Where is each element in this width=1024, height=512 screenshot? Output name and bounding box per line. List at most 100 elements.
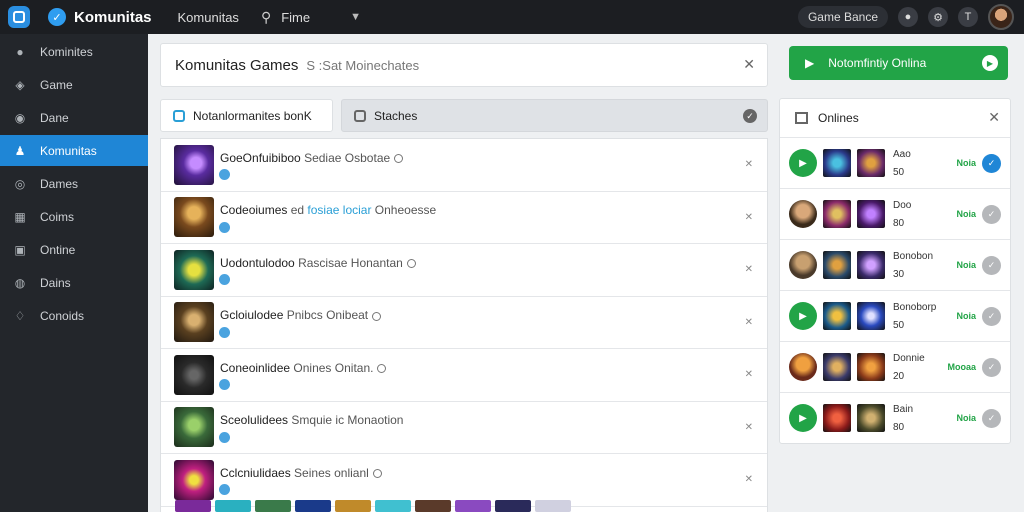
sidebar-item-game[interactable]: ◈ Game bbox=[0, 69, 148, 100]
online-row[interactable]: ▶ Bonoborp 50 Noia ✓ bbox=[780, 291, 1010, 342]
notification-icon[interactable]: ● bbox=[898, 7, 918, 27]
player-count: 20 bbox=[893, 371, 905, 382]
strip-thumbnail[interactable] bbox=[415, 500, 451, 512]
check-icon[interactable]: ✓ bbox=[982, 307, 1001, 326]
play-circle-icon: ▶ bbox=[982, 55, 998, 71]
avatar bbox=[789, 200, 817, 228]
window-icon bbox=[795, 112, 808, 124]
play-icon[interactable]: ▶ bbox=[789, 404, 817, 432]
player-name: Donnie bbox=[893, 353, 925, 364]
sidebar-item-label: Conoids bbox=[40, 308, 85, 323]
app-menu-icon[interactable] bbox=[8, 6, 30, 28]
row-meta: ed bbox=[290, 203, 305, 218]
player-thumbnail bbox=[823, 353, 851, 381]
info-icon[interactable] bbox=[372, 469, 382, 479]
info-icon[interactable] bbox=[406, 259, 416, 269]
online-row[interactable]: Doo 80 Noia ✓ bbox=[780, 189, 1010, 240]
pin-icon[interactable]: ✕ bbox=[745, 264, 753, 275]
chevron-down-icon[interactable]: ▼ bbox=[350, 11, 361, 23]
pin-icon[interactable]: ✕ bbox=[745, 159, 753, 170]
sidebar-item-label: Coims bbox=[40, 209, 75, 224]
close-icon[interactable]: ✕ bbox=[988, 109, 1000, 126]
pin-icon[interactable]: ✕ bbox=[745, 317, 753, 328]
check-icon[interactable]: ✓ bbox=[982, 409, 1001, 428]
sidebar-item-ontine[interactable]: ▣ Ontine bbox=[0, 234, 148, 265]
play-icon: ▶ bbox=[805, 56, 815, 70]
player-thumbnail bbox=[857, 149, 885, 177]
check-icon[interactable]: ✓ bbox=[982, 256, 1001, 275]
strip-thumbnail[interactable] bbox=[335, 500, 371, 512]
status-tag: Mooaa bbox=[947, 362, 976, 372]
sidebar-item-kominites[interactable]: ● Kominites bbox=[0, 36, 148, 67]
avatar bbox=[789, 251, 817, 279]
go-online-button[interactable]: ▶ Notomfintiy Onlina ▶ bbox=[789, 46, 1008, 80]
player-name: Bain bbox=[893, 404, 914, 415]
sidebar-item-dains[interactable]: ◍ Dains bbox=[0, 267, 148, 298]
play-icon[interactable]: ▶ bbox=[789, 302, 817, 330]
strip-thumbnail[interactable] bbox=[175, 500, 211, 512]
pin-icon[interactable]: ✕ bbox=[745, 422, 753, 433]
tab-icon bbox=[173, 109, 185, 122]
strip-thumbnail[interactable] bbox=[535, 500, 571, 512]
theme-icon[interactable]: T bbox=[958, 7, 978, 27]
check-icon[interactable]: ✓ bbox=[982, 154, 1001, 173]
tab-staches[interactable]: Staches ✓ bbox=[341, 99, 768, 132]
row-meta: Onines bbox=[293, 360, 332, 375]
list-item[interactable]: Sceolulidees Smquie ic Monaotion ✕ bbox=[161, 402, 767, 454]
sidebar-item-dane[interactable]: ◉ Dane bbox=[0, 102, 148, 133]
online-row[interactable]: Donnie 20 Mooaa ✓ bbox=[780, 342, 1010, 393]
strip-thumbnail[interactable] bbox=[255, 500, 291, 512]
nav-link-komunitas[interactable]: Komunitas bbox=[178, 10, 239, 25]
player-count: 80 bbox=[893, 218, 905, 229]
settings-icon[interactable]: ⚙ bbox=[928, 7, 948, 27]
row-highlight[interactable]: fosiae lociar bbox=[307, 203, 371, 217]
play-icon[interactable]: ▶ bbox=[789, 149, 817, 177]
grid-icon: ▦ bbox=[14, 209, 26, 224]
row-title: Cclcniulidaes bbox=[220, 465, 291, 480]
online-row[interactable]: ▶ Bain 80 Noia ✓ bbox=[780, 393, 1010, 443]
info-icon[interactable] bbox=[394, 154, 404, 164]
online-row[interactable]: Bonobon 30 Noia ✓ bbox=[780, 240, 1010, 291]
player-thumbnail bbox=[823, 404, 851, 432]
strip-thumbnail[interactable] bbox=[495, 500, 531, 512]
row-meta-tail: Onheoesse bbox=[374, 203, 437, 218]
game-selector-label[interactable]: Fime bbox=[281, 10, 310, 25]
info-icon[interactable] bbox=[377, 364, 387, 374]
list-item[interactable]: Codeoiumes ed fosiae lociar Onheoesse ✕ bbox=[161, 192, 767, 244]
pin-icon[interactable]: ✕ bbox=[745, 474, 753, 485]
pin-icon[interactable]: ✕ bbox=[745, 369, 753, 380]
list-item[interactable]: GoeOnfuibiboo Sediae Osbotae ✕ bbox=[161, 139, 767, 192]
info-icon[interactable] bbox=[372, 311, 382, 321]
user-avatar[interactable] bbox=[988, 4, 1014, 30]
strip-thumbnail[interactable] bbox=[455, 500, 491, 512]
sidebar-item-conoids[interactable]: ♢ Conoids bbox=[0, 300, 148, 331]
list-item[interactable]: Cclcniulidaes Seines onlianl ✕ bbox=[161, 454, 767, 507]
status-tag: Noia bbox=[956, 260, 976, 270]
strip-thumbnail[interactable] bbox=[295, 500, 331, 512]
check-icon[interactable]: ✓ bbox=[982, 358, 1001, 377]
tab-label: Staches bbox=[374, 108, 418, 123]
player-count: 30 bbox=[893, 269, 905, 280]
online-row[interactable]: ▶ Aao 50 Noia ✓ bbox=[780, 138, 1010, 189]
strip-thumbnail[interactable] bbox=[215, 500, 251, 512]
shield-icon: ♢ bbox=[14, 308, 26, 323]
list-item[interactable]: Coneoinlidee Onines Onitan. ✕ bbox=[161, 349, 767, 402]
game-status-pill[interactable]: Game Bance bbox=[797, 6, 888, 28]
sidebar-item-coims[interactable]: ▦ Coims bbox=[0, 201, 148, 232]
search-icon[interactable]: ⚲ bbox=[261, 9, 271, 26]
list-item[interactable]: Uodontulodoo Rascisae Honantan ✕ bbox=[161, 244, 767, 297]
list-item[interactable]: Gcloiulodee Pnibcs Onibeat ✕ bbox=[161, 297, 767, 349]
tab-bar: Notanlormanites bonK Staches ✓ bbox=[160, 99, 768, 132]
sidebar-item-komunitas[interactable]: ♟ Komunitas bbox=[0, 135, 148, 166]
check-icon[interactable]: ✓ bbox=[982, 205, 1001, 224]
sidebar-item-dames[interactable]: ◎ Dames bbox=[0, 168, 148, 199]
brand-name: Komunitas bbox=[74, 8, 152, 26]
strip-thumbnail[interactable] bbox=[375, 500, 411, 512]
dropdown-badge-icon[interactable]: ✓ bbox=[743, 109, 757, 123]
row-title: Sceolulidees bbox=[220, 413, 289, 428]
pin-icon[interactable]: ✕ bbox=[745, 212, 753, 223]
online-panel-header: Onlines ✕ bbox=[780, 99, 1010, 138]
close-icon[interactable]: ✕ bbox=[743, 56, 755, 73]
community-list: GoeOnfuibiboo Sediae Osbotae ✕ Codeoiume… bbox=[160, 138, 768, 512]
tab-notanlormanites[interactable]: Notanlormanites bonK bbox=[160, 99, 333, 132]
